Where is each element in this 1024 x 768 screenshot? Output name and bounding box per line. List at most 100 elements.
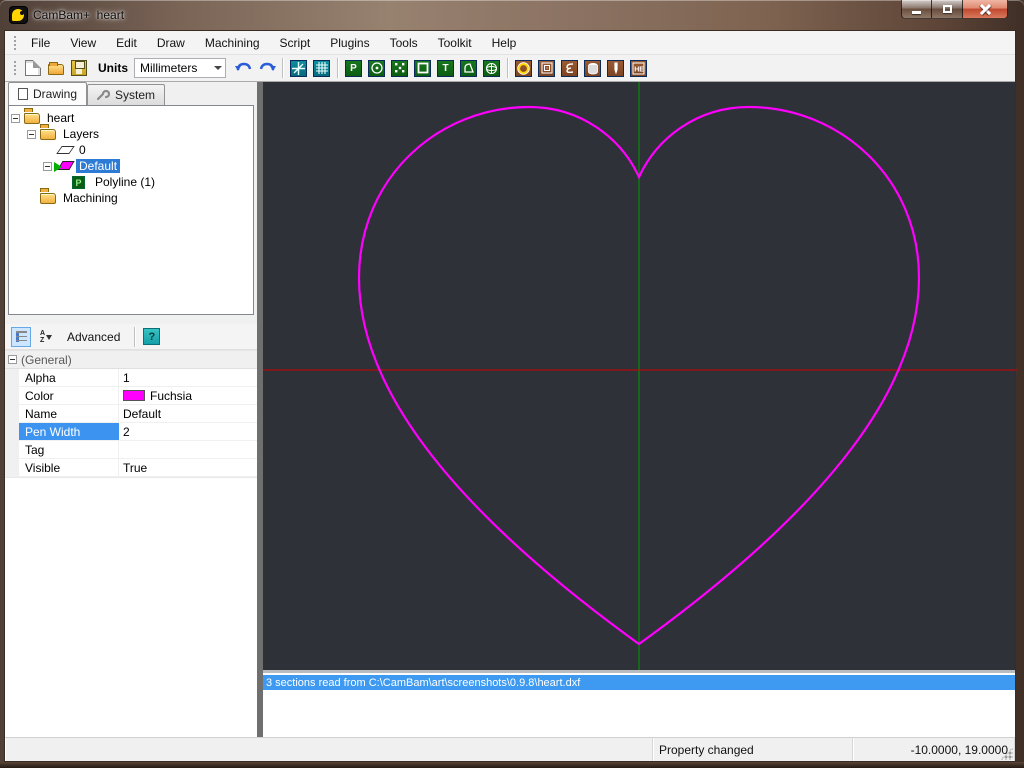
collapse-icon[interactable] (43, 161, 52, 171)
draw-arc-button[interactable] (457, 57, 480, 79)
property-value[interactable]: 2 (119, 423, 257, 440)
pocket-button[interactable] (535, 57, 558, 79)
menu-plugins[interactable]: Plugins (320, 33, 379, 53)
undo-icon (234, 62, 251, 71)
property-row-visible[interactable]: Visible True (5, 459, 257, 477)
undo-button[interactable] (232, 57, 255, 79)
property-name[interactable]: Visible (19, 459, 119, 476)
menu-grip[interactable] (13, 34, 17, 51)
collapse-icon[interactable] (11, 113, 20, 123)
minimize-button[interactable] (901, 0, 932, 19)
tree-label[interactable]: heart (44, 111, 77, 125)
wrench-icon (97, 89, 111, 101)
save-file-icon (70, 60, 87, 76)
axes-snap-button[interactable] (287, 57, 310, 79)
property-row-color[interactable]: Color Fuchsia (5, 387, 257, 405)
title-bar[interactable]: CamBam+ heart (0, 0, 1024, 30)
property-name[interactable]: Tag (19, 441, 119, 458)
chevron-down-icon[interactable] (210, 59, 225, 77)
open-file-button[interactable] (44, 57, 67, 79)
property-row-pen-width[interactable]: Pen Width 2 (5, 423, 257, 441)
menu-bar: File View Edit Draw Machining Script Plu… (5, 31, 1015, 55)
grid-button[interactable] (310, 57, 333, 79)
drill-button[interactable] (581, 57, 604, 79)
tree-label[interactable]: Polyline (1) (92, 175, 158, 189)
collapse-icon[interactable] (27, 129, 36, 139)
toolbar-grip[interactable] (13, 60, 17, 76)
message-log[interactable]: 3 sections read from C:\CamBam\art\scree… (263, 670, 1015, 737)
toolbar-separator (337, 58, 338, 78)
categorized-button[interactable] (11, 326, 31, 347)
tree-item-layer-0[interactable]: 0 (11, 142, 251, 158)
coordinates-value: -10.0000, 19.0000 (910, 742, 1008, 757)
property-name[interactable]: Alpha (19, 369, 119, 386)
menu-edit[interactable]: Edit (106, 33, 147, 53)
arc-icon (460, 59, 477, 77)
units-value: Millimeters (140, 61, 198, 75)
property-value[interactable]: True (119, 459, 257, 476)
draw-points-button[interactable] (388, 57, 411, 79)
menu-file[interactable]: File (21, 33, 60, 53)
tree-label[interactable]: Layers (60, 127, 102, 141)
property-row-tag[interactable]: Tag (5, 441, 257, 459)
tree-item-layers[interactable]: Layers (11, 126, 251, 142)
tab-drawing[interactable]: Drawing (8, 82, 88, 105)
circle-icon (368, 59, 385, 77)
menu-view[interactable]: View (60, 33, 106, 53)
menu-tools[interactable]: Tools (380, 33, 428, 53)
property-name[interactable]: Color (19, 387, 119, 404)
menu-toolkit[interactable]: Toolkit (428, 33, 482, 53)
property-name[interactable]: Pen Width (19, 423, 119, 440)
redo-button[interactable] (255, 57, 278, 79)
new-file-button[interactable] (21, 57, 44, 79)
engrave-button[interactable] (558, 57, 581, 79)
minimize-icon (912, 10, 921, 14)
units-dropdown[interactable]: Millimeters (134, 58, 226, 78)
property-name[interactable]: Name (19, 405, 119, 422)
close-button[interactable] (963, 0, 1008, 19)
point-list-icon (391, 59, 408, 77)
drawing-tab-icon (18, 88, 28, 100)
draw-text-button[interactable]: T (434, 57, 457, 79)
property-value[interactable]: Fuchsia (119, 387, 257, 404)
property-value[interactable] (119, 441, 257, 458)
layer-icon (56, 146, 75, 154)
tree-label[interactable]: Machining (60, 191, 121, 205)
property-value[interactable]: 1 (119, 369, 257, 386)
vengrave-button[interactable] (604, 57, 627, 79)
category-general[interactable]: (General) (5, 351, 257, 369)
tree-label-selected[interactable]: Default (76, 159, 121, 173)
main-toolbar: Units Millimeters P T HE (5, 55, 1015, 82)
toolbar-separator (282, 58, 283, 78)
property-value[interactable]: Default (119, 405, 257, 422)
draw-surface-button[interactable] (480, 57, 503, 79)
draw-circle-button[interactable] (365, 57, 388, 79)
redo-icon (259, 62, 276, 71)
property-row-name[interactable]: Name Default (5, 405, 257, 423)
help-button[interactable]: ? (143, 328, 161, 345)
drawing-canvas[interactable] (263, 82, 1017, 670)
heightmap-button[interactable]: HE (627, 57, 650, 79)
tree-item-layer-default[interactable]: Default (11, 158, 251, 174)
property-row-alpha[interactable]: Alpha 1 (5, 369, 257, 387)
tree-label[interactable]: 0 (76, 143, 89, 157)
sort-alphabetical-button[interactable]: AZ (35, 327, 57, 347)
tree-item-machining[interactable]: Machining (11, 190, 251, 206)
menu-script[interactable]: Script (270, 33, 321, 53)
draw-polyline-button[interactable]: P (342, 57, 365, 79)
property-grid: (General) Alpha 1 Color Fuchsia Name Def… (5, 350, 257, 477)
new-file-icon (24, 60, 41, 76)
menu-help[interactable]: Help (482, 33, 527, 53)
tab-system[interactable]: System (87, 84, 166, 105)
maximize-button[interactable] (932, 0, 963, 19)
profile-button[interactable] (512, 57, 535, 79)
menu-machining[interactable]: Machining (195, 33, 270, 53)
polyline-icon: P (345, 59, 362, 77)
menu-draw[interactable]: Draw (147, 33, 195, 53)
text-icon: T (437, 59, 454, 77)
draw-rectangle-button[interactable] (411, 57, 434, 79)
advanced-button[interactable]: Advanced (61, 328, 126, 346)
collapse-icon[interactable] (8, 355, 17, 364)
log-message-selected[interactable]: 3 sections read from C:\CamBam\art\scree… (263, 675, 1015, 690)
save-file-button[interactable] (67, 57, 90, 79)
